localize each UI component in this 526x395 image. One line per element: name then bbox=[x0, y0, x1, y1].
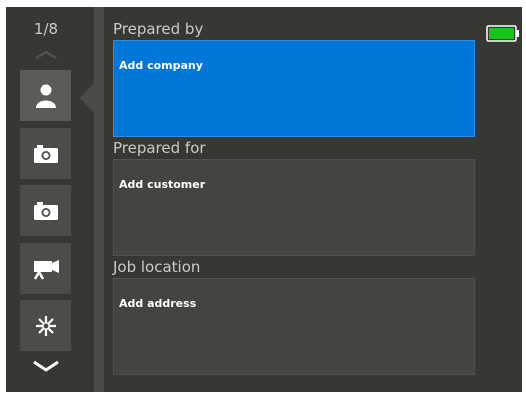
camera-icon bbox=[33, 201, 58, 220]
camera-icon bbox=[33, 144, 58, 163]
job-location-value: Add address bbox=[119, 297, 197, 310]
prepared-by-field[interactable]: Add company bbox=[113, 40, 475, 137]
chevron-down-icon[interactable] bbox=[32, 360, 60, 372]
selection-pointer bbox=[80, 83, 94, 113]
person-icon bbox=[35, 84, 56, 108]
sidebar-item-settings[interactable] bbox=[20, 300, 71, 351]
sidebar-item-person[interactable] bbox=[20, 70, 71, 121]
section-label-job-location: Job location bbox=[113, 258, 201, 276]
prepared-for-field[interactable]: Add customer bbox=[113, 159, 475, 256]
screen: 1/8 Prepared by Add company Prepared for… bbox=[0, 0, 526, 395]
section-label-prepared-for: Prepared for bbox=[113, 139, 206, 157]
sidebar-item-video[interactable] bbox=[20, 243, 71, 294]
sidebar-item-camera-1[interactable] bbox=[20, 128, 71, 179]
chevron-up-icon[interactable] bbox=[34, 50, 58, 60]
sidebar-item-camera-2[interactable] bbox=[20, 185, 71, 236]
video-camera-icon bbox=[33, 259, 59, 280]
section-label-prepared-by: Prepared by bbox=[113, 20, 204, 38]
battery-icon bbox=[486, 25, 519, 42]
page-indicator: 1/8 bbox=[33, 20, 59, 38]
prepared-for-value: Add customer bbox=[119, 178, 206, 191]
sidebar-divider bbox=[94, 7, 104, 392]
asterisk-icon bbox=[35, 315, 56, 336]
job-location-field[interactable]: Add address bbox=[113, 278, 475, 375]
prepared-by-value: Add company bbox=[119, 59, 203, 72]
